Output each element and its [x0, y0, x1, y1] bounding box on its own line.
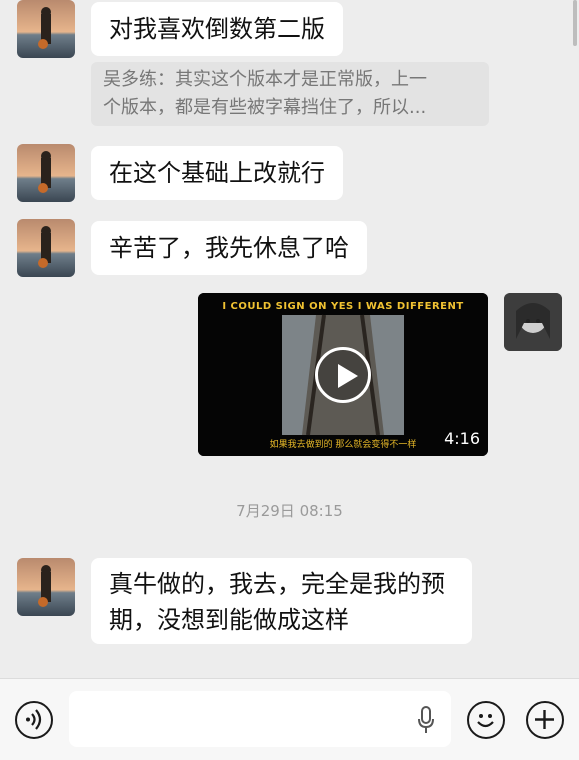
message-text: 在这个基础上改就行 — [109, 159, 325, 187]
play-icon[interactable] — [315, 347, 371, 403]
message-text: 真牛做的，我去，完全是我的预 — [109, 570, 445, 598]
timestamp: 7月29日 08:15 — [236, 502, 343, 520]
input-bar — [0, 678, 579, 760]
plus-icon[interactable] — [526, 701, 564, 739]
message-input[interactable] — [69, 691, 451, 747]
message-bubble[interactable]: 在这个基础上改就行 — [91, 146, 343, 200]
quote-line: 个版本，都是有些被字幕挡住了，所以... — [103, 97, 427, 118]
contact-avatar[interactable] — [17, 0, 75, 58]
contact-avatar[interactable] — [17, 558, 75, 616]
video-message[interactable]: I COULD SIGN ON YES I WAS DIFFERENT 如果我去… — [198, 293, 488, 456]
message-bubble[interactable]: 对我喜欢倒数第二版 — [91, 2, 343, 56]
message-bubble[interactable]: 真牛做的，我去，完全是我的预 期，没想到能做成这样 — [91, 558, 472, 644]
voice-mode-icon[interactable] — [15, 701, 53, 739]
scroll-indicator[interactable] — [573, 0, 577, 46]
microphone-icon[interactable] — [416, 705, 436, 735]
message-text: 辛苦了，我先休息了哈 — [109, 234, 349, 262]
self-avatar[interactable] — [504, 293, 562, 351]
quote-line: 吴多练：其实这个版本才是正常版，上一 — [103, 69, 427, 90]
message-text: 期，没想到能做成这样 — [109, 606, 349, 634]
video-caption: I COULD SIGN ON YES I WAS DIFFERENT — [222, 301, 464, 312]
message-text: 对我喜欢倒数第二版 — [109, 15, 325, 43]
message-bubble[interactable]: 辛苦了，我先休息了哈 — [91, 221, 367, 275]
quoted-message[interactable]: 吴多练：其实这个版本才是正常版，上一 个版本，都是有些被字幕挡住了，所以... — [91, 62, 489, 126]
contact-avatar[interactable] — [17, 144, 75, 202]
video-duration: 4:16 — [444, 429, 480, 448]
contact-avatar[interactable] — [17, 219, 75, 277]
emoji-icon[interactable] — [467, 701, 505, 739]
